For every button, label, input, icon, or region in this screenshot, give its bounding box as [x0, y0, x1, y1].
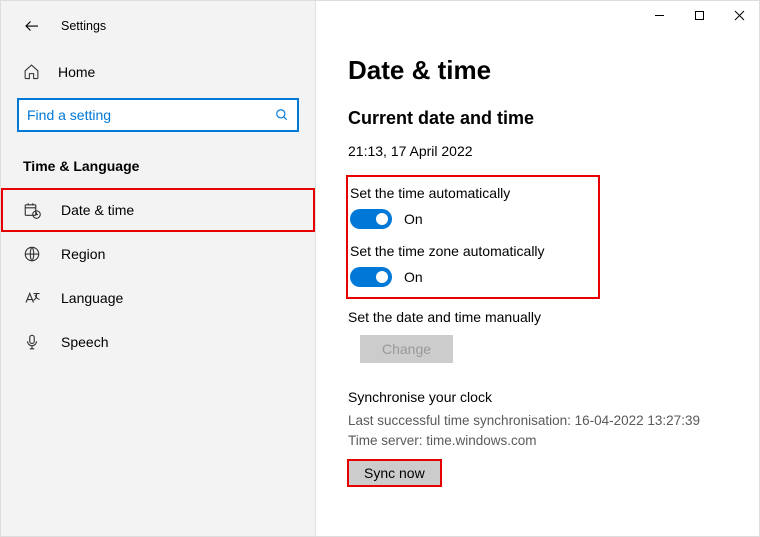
close-button[interactable]	[719, 1, 759, 29]
manual-label: Set the date and time manually	[348, 309, 727, 325]
search-input[interactable]	[17, 98, 299, 132]
sync-server: Time server: time.windows.com	[348, 431, 727, 451]
calendar-clock-icon	[23, 201, 41, 219]
back-icon[interactable]	[23, 17, 41, 35]
auto-time-label: Set the time automatically	[350, 185, 596, 201]
sync-now-button[interactable]: Sync now	[348, 460, 441, 486]
sidebar-item-label: Speech	[61, 334, 108, 350]
sidebar-item-speech[interactable]: Speech	[1, 320, 315, 364]
auto-time-state: On	[404, 211, 423, 227]
search-icon	[275, 108, 289, 122]
language-icon	[23, 289, 41, 307]
window-title: Settings	[61, 19, 106, 33]
main-content: Date & time Current date and time 21:13,…	[316, 1, 759, 536]
titlebar-controls	[639, 1, 759, 29]
current-date-time: 21:13, 17 April 2022	[348, 143, 727, 159]
sidebar-item-label: Language	[61, 290, 123, 306]
search-field[interactable]	[27, 107, 275, 123]
minimize-button[interactable]	[639, 1, 679, 29]
sidebar-item-language[interactable]: Language	[1, 276, 315, 320]
sidebar-item-region[interactable]: Region	[1, 232, 315, 276]
page-title: Date & time	[348, 55, 727, 86]
section-header: Time & Language	[1, 150, 315, 188]
auto-settings-group: Set the time automatically On Set the ti…	[348, 177, 598, 297]
auto-tz-state: On	[404, 269, 423, 285]
home-label: Home	[58, 64, 95, 80]
auto-tz-label: Set the time zone automatically	[350, 243, 596, 259]
globe-icon	[23, 245, 41, 263]
sync-info: Last successful time synchronisation: 16…	[348, 411, 727, 452]
sidebar-item-label: Region	[61, 246, 105, 262]
sidebar-item-date-time[interactable]: Date & time	[1, 188, 315, 232]
sidebar-item-label: Date & time	[61, 202, 134, 218]
maximize-button[interactable]	[679, 1, 719, 29]
sync-title: Synchronise your clock	[348, 389, 727, 405]
sidebar: Settings Home Time & Language Date & tim…	[1, 1, 316, 536]
header-row: Settings	[1, 17, 315, 55]
home-icon	[23, 63, 40, 80]
subtitle: Current date and time	[348, 108, 727, 129]
auto-tz-toggle[interactable]	[350, 267, 392, 287]
auto-time-toggle[interactable]	[350, 209, 392, 229]
sync-last: Last successful time synchronisation: 16…	[348, 411, 727, 431]
change-button: Change	[360, 335, 453, 363]
microphone-icon	[23, 333, 41, 351]
home-nav[interactable]: Home	[1, 55, 315, 88]
